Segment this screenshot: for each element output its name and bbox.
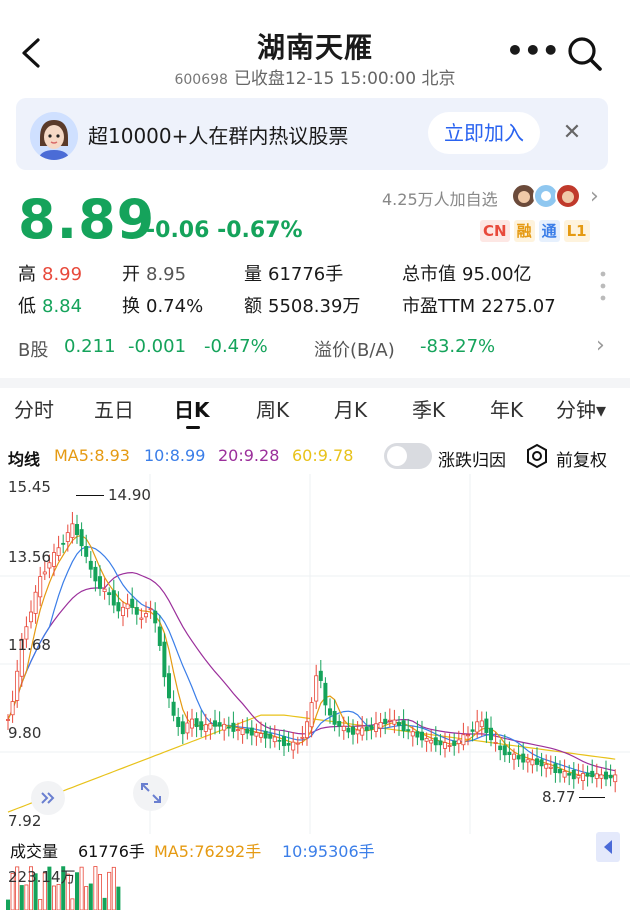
tab-yearly-k[interactable]: 年K [490, 394, 523, 423]
collapse-left-icon[interactable] [596, 832, 620, 862]
tab-monthly-k[interactable]: 月K [334, 394, 367, 423]
stat-amount: 额 5508.39万 [244, 296, 361, 317]
volume-ma10: 10:95306手 [282, 842, 375, 861]
quote-panel: 8.89 -0.06 -0.67% 4.25万人加自选 › CN 融通 L1 高 8.… [0, 178, 630, 378]
ma5-line [7, 534, 616, 778]
change-value: -0.06 [146, 218, 210, 243]
stat-pe-ttm: 市盈TTM 2275.07 [402, 296, 556, 317]
stock-badges: CN 融通 L1 [480, 220, 594, 244]
active-tab-indicator [186, 426, 200, 429]
max-price-label: 14.90 [76, 486, 151, 504]
b-share-change: -0.001 [128, 336, 187, 357]
ma10-value: 10:8.99 [144, 446, 206, 465]
more-options-icon[interactable]: ••• [506, 36, 560, 66]
change-percent: -0.67% [217, 218, 303, 243]
scroll-left-icon[interactable] [30, 780, 66, 816]
badge-connect: 通 [538, 220, 560, 242]
close-icon[interactable]: ✕ [556, 116, 588, 150]
min-price-label: 8.77 [542, 788, 606, 806]
ma60-value: 60:9.78 [292, 446, 354, 465]
premium-label: 溢价(B/A) [314, 340, 395, 361]
b-share-change-pct: -0.47% [204, 336, 268, 357]
reason-toggle[interactable] [384, 443, 432, 469]
b-share-label: B股 [18, 340, 49, 361]
join-button[interactable]: 立即加入 [428, 112, 540, 154]
tab-quarterly-k[interactable]: 季K [412, 394, 445, 423]
settings-icon[interactable] [524, 443, 550, 469]
volume-label[interactable]: 成交量 [10, 838, 58, 862]
stat-high: 高 8.99 [18, 264, 83, 285]
assistant-avatar [30, 112, 78, 160]
tab-minute[interactable]: 分钟▾ [556, 394, 606, 423]
kline-svg [0, 474, 630, 834]
volume-svg [6, 866, 121, 910]
top-bar: 湖南天雁 600698 已收盘12-15 15:00:00 北京 ••• [0, 0, 630, 92]
stat-volume: 量 61776手 [244, 264, 344, 285]
y-tick-1: 15.45 [8, 478, 51, 496]
premium-value: -83.27% [420, 336, 496, 357]
y-tick-3: 11.68 [8, 636, 51, 654]
stat-open: 开 8.95 [122, 264, 187, 285]
follow-count[interactable]: 4.25万人加自选 [382, 186, 498, 210]
volume-ma5: MA5:76292手 [154, 842, 262, 861]
chevron-right-icon: › [596, 333, 605, 358]
kline-chart[interactable]: 15.45 13.56 11.68 9.80 7.92 14.90 8.77 [0, 474, 630, 834]
reason-label: 涨跌归因 [438, 451, 506, 471]
group-chat-banner[interactable]: 超10000+人在群内热议股票 立即加入 ✕ [16, 98, 608, 170]
status-text: 已收盘12-15 15:00:00 北京 [233, 69, 456, 89]
ma-label[interactable]: 均线 [8, 446, 40, 470]
stat-low: 低 8.84 [18, 296, 83, 317]
y-tick-4: 9.80 [8, 724, 42, 742]
tab-weekly-k[interactable]: 周K [256, 394, 289, 423]
chart-grid [0, 474, 630, 834]
stock-code: 600698 [174, 72, 228, 88]
badge-l1: L1 [563, 220, 590, 242]
volume-header: 成交量 61776手 MA5:76292手 10:95306手 [0, 832, 630, 862]
candles [6, 511, 618, 793]
section-divider [0, 378, 630, 388]
ma20-line [7, 571, 616, 772]
badge-cn: CN [480, 220, 510, 242]
banner-text: 超10000+人在群内热议股票 [88, 124, 349, 148]
price-change: -0.06 -0.67% [146, 218, 303, 243]
tab-daily-k[interactable]: 日K [174, 394, 210, 423]
chart-period-tabs: 分时 五日 日K 周K 月K 季K 年K 分钟▾ [0, 388, 630, 436]
market-status: 600698 已收盘12-15 15:00:00 北京 [0, 64, 630, 89]
search-icon[interactable] [564, 33, 604, 73]
expand-stats-icon[interactable] [598, 270, 608, 302]
volume-value: 61776手 [78, 842, 145, 861]
badge-margin: 融 [513, 220, 535, 242]
b-share-price: 0.211 [64, 336, 116, 357]
volume-y-tick: 223.14万 [8, 868, 76, 886]
volume-chart: 223.14万 [0, 862, 630, 910]
y-tick-2: 13.56 [8, 548, 51, 566]
adjust-label[interactable]: 前复权 [556, 446, 607, 471]
tab-intraday[interactable]: 分时 [14, 394, 54, 423]
ma20-value: 20:9.28 [218, 446, 280, 465]
ma5-value: MA5:8.93 [54, 446, 130, 465]
last-price: 8.89 [18, 188, 156, 251]
tab-five-day[interactable]: 五日 [94, 394, 134, 423]
chevron-right-icon[interactable]: › [590, 184, 599, 209]
stat-turnover: 换 0.74% [122, 296, 204, 317]
follower-avatars [511, 183, 581, 209]
fullscreen-icon[interactable] [132, 774, 170, 812]
stat-market-cap: 总市值 95.00亿 [402, 264, 532, 285]
